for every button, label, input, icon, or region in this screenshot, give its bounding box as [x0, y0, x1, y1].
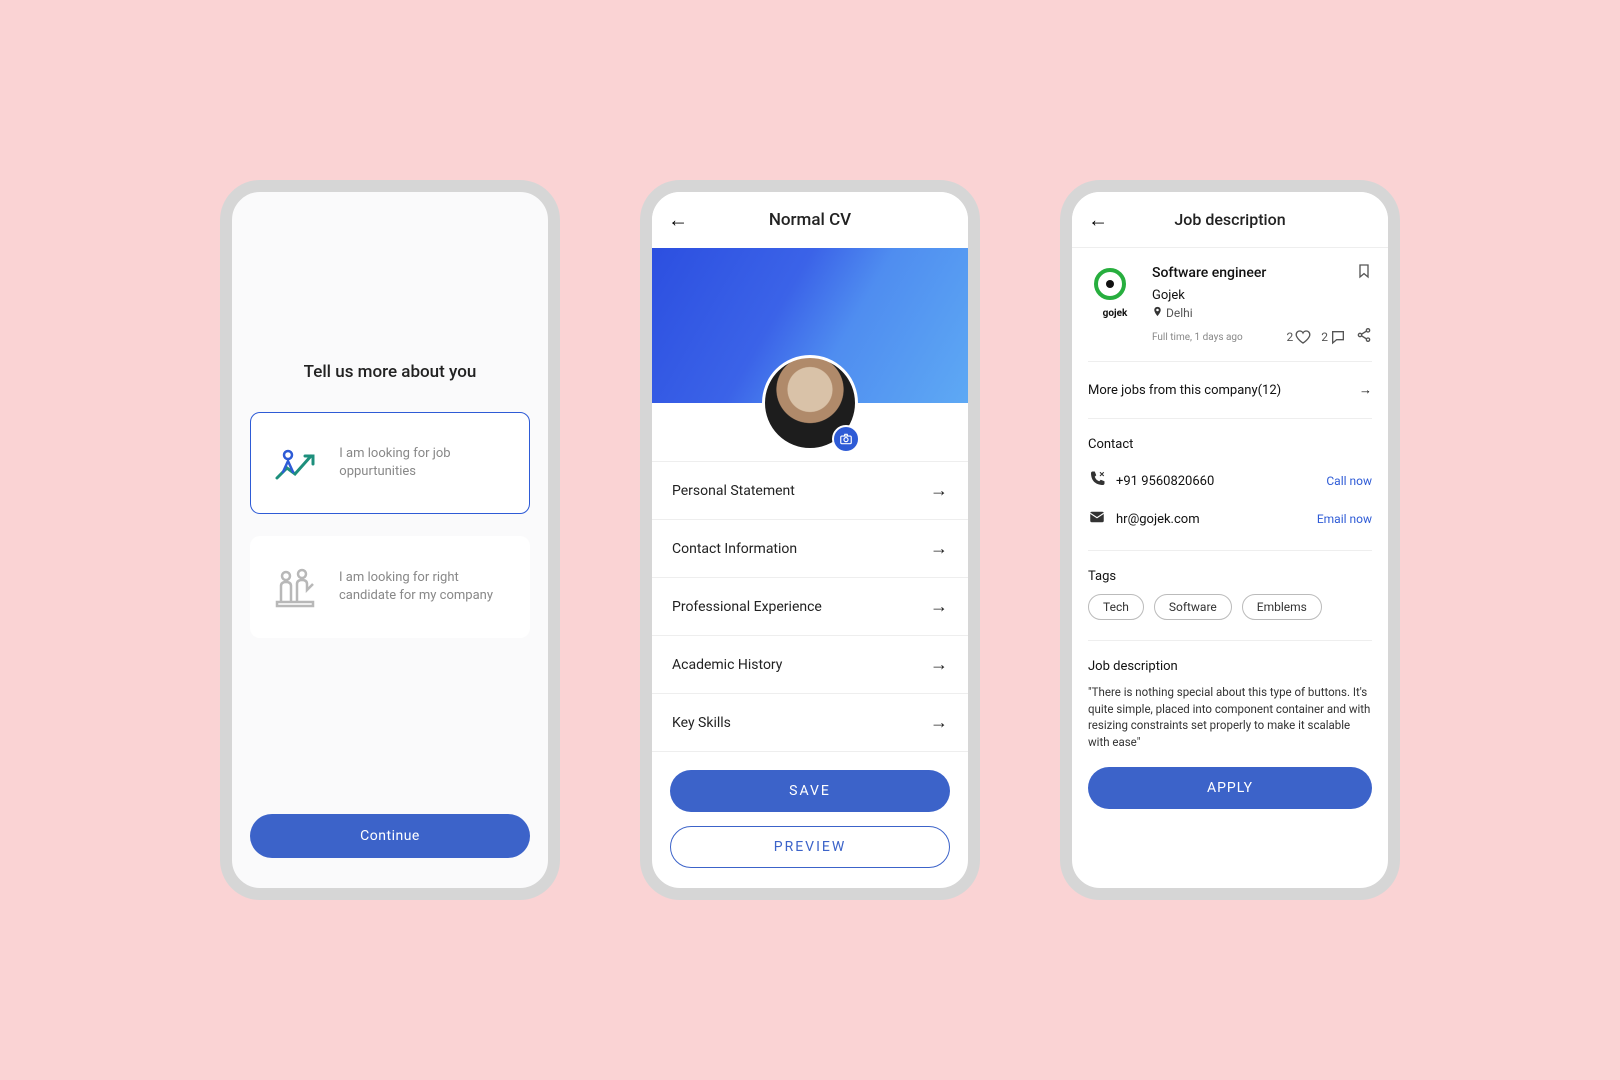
- tag-emblems[interactable]: Emblems: [1242, 594, 1322, 620]
- bookmark-icon[interactable]: [1356, 262, 1372, 284]
- cv-row-professional-experience[interactable]: Professional Experience →: [652, 578, 968, 636]
- cv-section-list: Personal Statement → Contact Information…: [652, 461, 968, 752]
- phone-icon: [1088, 470, 1106, 492]
- job-location-row: Delhi: [1152, 305, 1372, 321]
- comment-icon: [1330, 329, 1346, 345]
- job-header-title: Job description: [1174, 210, 1285, 229]
- job-role-row: Software engineer: [1152, 262, 1372, 284]
- company-logo-label: gojek: [1103, 308, 1128, 319]
- cv-row-academic-history[interactable]: Academic History →: [652, 636, 968, 694]
- description-section: Job description "There is nothing specia…: [1088, 659, 1372, 751]
- arrow-right-icon: →: [930, 480, 948, 501]
- screen-onboarding: Tell us more about you I am looking for …: [220, 180, 560, 900]
- job-engagement-icons: 2 2: [1287, 327, 1373, 347]
- tags-section: Tags Tech Software Emblems: [1088, 569, 1372, 641]
- job-meta: Full time, 1 days ago: [1152, 332, 1243, 343]
- tags-heading: Tags: [1088, 569, 1372, 584]
- back-arrow-icon[interactable]: ←: [668, 208, 688, 233]
- screen-job-description: ← Job description gojek Software enginee…: [1060, 180, 1400, 900]
- cv-title: Normal CV: [769, 210, 851, 230]
- email-now-action[interactable]: Email now: [1317, 512, 1372, 526]
- job-summary: gojek Software engineer Gojek Delhi: [1088, 248, 1372, 362]
- job-header: ← Job description: [1072, 192, 1388, 248]
- tags-list: Tech Software Emblems: [1088, 594, 1372, 641]
- more-jobs-link[interactable]: More jobs from this company(12) →: [1088, 362, 1372, 419]
- likes-count[interactable]: 2: [1287, 329, 1312, 345]
- arrow-right-icon: →: [930, 712, 948, 733]
- cv-row-label: Contact Information: [672, 541, 797, 557]
- arrow-right-icon: →: [1359, 382, 1372, 398]
- tag-software[interactable]: Software: [1154, 594, 1232, 620]
- job-meta-row: Full time, 1 days ago 2 2: [1152, 327, 1372, 347]
- cv-row-personal-statement[interactable]: Personal Statement →: [652, 461, 968, 520]
- cv-button-row: SAVE PREVIEW: [652, 752, 968, 868]
- company-logo: gojek: [1088, 262, 1142, 319]
- cv-row-contact-info[interactable]: Contact Information →: [652, 520, 968, 578]
- arrow-right-icon: →: [930, 538, 948, 559]
- cv-hero: [652, 248, 968, 403]
- continue-button[interactable]: Continue: [250, 814, 530, 858]
- call-now-action[interactable]: Call now: [1326, 474, 1372, 488]
- more-jobs-label: More jobs from this company(12): [1088, 383, 1281, 398]
- cv-row-label: Academic History: [672, 657, 782, 673]
- comments-count[interactable]: 2: [1321, 329, 1346, 345]
- back-arrow-icon[interactable]: ←: [1088, 207, 1108, 232]
- option-jobseeker-label: I am looking for job oppurtunities: [339, 445, 511, 481]
- arrow-right-icon: →: [930, 654, 948, 675]
- likes-number: 2: [1287, 330, 1294, 344]
- cv-header: ← Normal CV: [652, 192, 968, 248]
- job-info: Software engineer Gojek Delhi Full time,…: [1152, 262, 1372, 347]
- job-body: gojek Software engineer Gojek Delhi: [1072, 248, 1388, 888]
- save-button[interactable]: SAVE: [670, 770, 950, 812]
- cv-row-label: Personal Statement: [672, 483, 795, 499]
- share-icon[interactable]: [1356, 327, 1372, 347]
- contact-email: hr@gojek.com: [1116, 512, 1200, 527]
- cv-row-label: Professional Experience: [672, 599, 822, 615]
- gojek-logo-icon: [1094, 268, 1126, 300]
- avatar-wrap: [762, 355, 858, 451]
- contact-section: Contact +91 9560820660 Call now hr@gojek…: [1088, 437, 1372, 551]
- job-location: Delhi: [1166, 306, 1193, 320]
- option-jobseeker[interactable]: I am looking for job oppurtunities: [250, 412, 530, 514]
- desc-text: "There is nothing special about this typ…: [1088, 684, 1372, 751]
- camera-icon[interactable]: [832, 425, 860, 453]
- location-pin-icon: [1152, 305, 1163, 321]
- contact-phone: +91 9560820660: [1116, 474, 1214, 489]
- contact-phone-row: +91 9560820660 Call now: [1088, 462, 1372, 500]
- cv-row-key-skills[interactable]: Key Skills →: [652, 694, 968, 752]
- contact-heading: Contact: [1088, 437, 1372, 452]
- mail-icon: [1088, 508, 1106, 530]
- cv-row-label: Key Skills: [672, 715, 731, 731]
- option-employer-label: I am looking for right candidate for my …: [339, 569, 511, 605]
- desc-heading: Job description: [1088, 659, 1372, 674]
- job-company: Gojek: [1152, 288, 1372, 303]
- option-employer[interactable]: I am looking for right candidate for my …: [250, 536, 530, 638]
- arrow-right-icon: →: [930, 596, 948, 617]
- employer-icon: [269, 559, 319, 615]
- screen-cv-builder: ← Normal CV Personal Statement → Contact…: [640, 180, 980, 900]
- jobseeker-icon: [269, 435, 319, 491]
- comments-number: 2: [1321, 330, 1328, 344]
- onboarding-options: I am looking for job oppurtunities I am …: [232, 412, 548, 660]
- preview-button[interactable]: PREVIEW: [670, 826, 950, 868]
- heart-icon: [1295, 329, 1311, 345]
- contact-email-row: hr@gojek.com Email now: [1088, 500, 1372, 538]
- onboarding-title: Tell us more about you: [232, 362, 548, 382]
- tag-tech[interactable]: Tech: [1088, 594, 1144, 620]
- job-role: Software engineer: [1152, 265, 1266, 281]
- apply-button[interactable]: APPLY: [1088, 767, 1372, 809]
